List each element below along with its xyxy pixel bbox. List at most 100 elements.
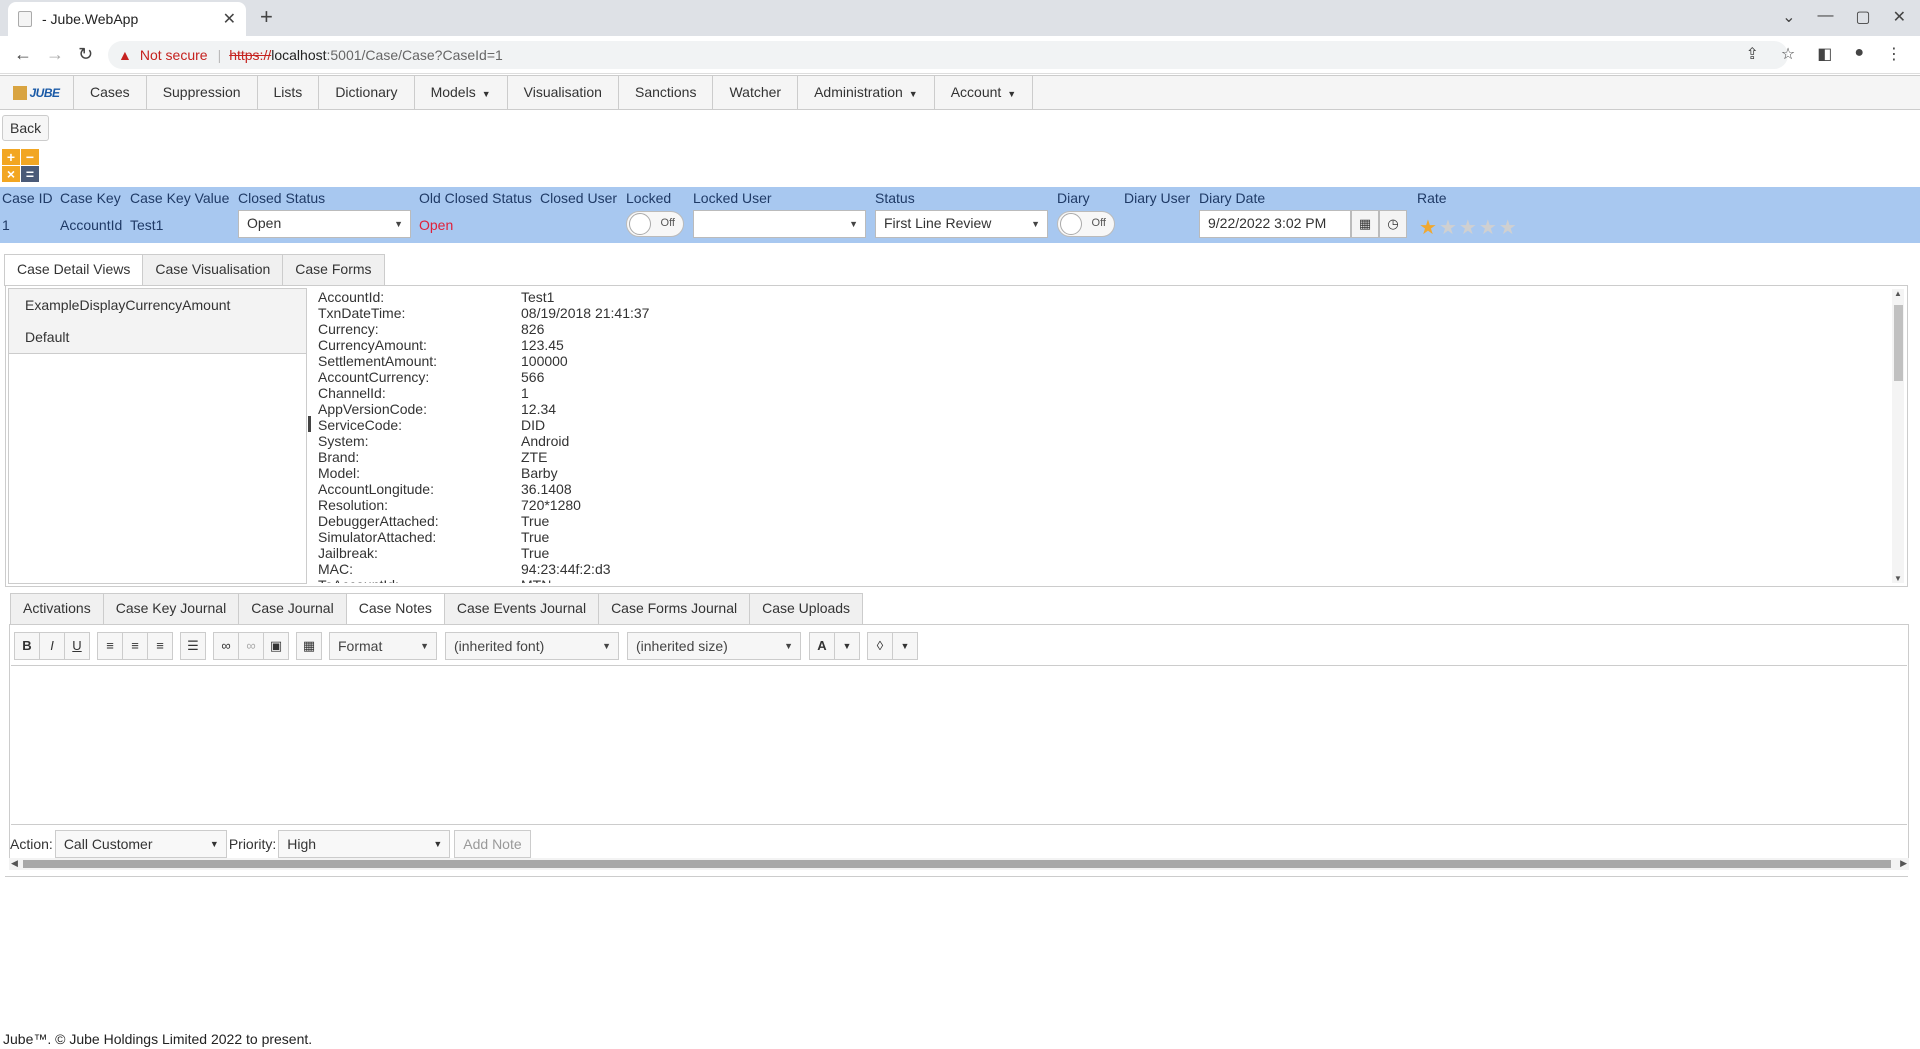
action-select[interactable]: Call Customer ▼ <box>54 830 227 858</box>
splitter-handle[interactable] <box>308 416 311 432</box>
maximize-icon[interactable]: ▢ <box>1855 7 1870 27</box>
url-text[interactable]: https://localhost:5001/Case/Case?CaseId=… <box>229 47 503 63</box>
align-center-icon[interactable]: ≡ <box>122 632 148 660</box>
case-notes-panel: B I U ≡ ≡ ≡ ☰ ∞ ∞ ▣ ▦ Format ▼ (inherited… <box>9 624 1909 870</box>
image-icon[interactable]: ▣ <box>263 632 289 660</box>
rating-stars[interactable]: ★★★★★ <box>1419 215 1519 240</box>
forward-arrow-icon[interactable]: → <box>46 44 64 64</box>
field-value: Barby <box>521 465 558 481</box>
main-menu: JUBE Cases Suppression Lists Dictionary … <box>0 75 1920 110</box>
kebab-menu-icon[interactable]: ⋮ <box>1886 44 1902 64</box>
close-window-icon[interactable]: ✕ <box>1893 7 1906 27</box>
field-key: Resolution: <box>318 497 389 513</box>
url-field[interactable]: ▲ Not secure | https://localhost:5001/Ca… <box>108 41 1788 69</box>
tab-case-forms-journal[interactable]: Case Forms Journal <box>598 593 751 624</box>
star-icon[interactable]: ★ <box>1439 217 1459 239</box>
menu-account[interactable]: Account ▼ <box>935 76 1034 109</box>
field-row: DebuggerAttached: True <box>318 513 1888 529</box>
new-tab-icon[interactable]: + <box>260 6 273 28</box>
tab-case-visualisation[interactable]: Case Visualisation <box>142 254 284 285</box>
calendar-icon[interactable]: ▦ <box>1351 210 1379 238</box>
scroll-left-icon[interactable]: ◀ <box>11 858 18 869</box>
view-item-example-display-currency-amount[interactable]: ExampleDisplayCurrencyAmount <box>9 289 306 321</box>
back-arrow-icon[interactable]: ← <box>14 44 32 64</box>
text-color-icon[interactable]: A <box>809 632 835 660</box>
menu-cases[interactable]: Cases <box>74 76 147 109</box>
tab-case-detail-views[interactable]: Case Detail Views <box>4 254 144 286</box>
tab-case-key-journal[interactable]: Case Key Journal <box>102 593 240 624</box>
link-icon[interactable]: ∞ <box>213 632 239 660</box>
locked-user-select[interactable]: ▼ <box>693 210 866 238</box>
bold-icon[interactable]: B <box>14 632 40 660</box>
format-select[interactable]: Format ▼ <box>329 632 437 660</box>
underline-icon[interactable]: U <box>64 632 90 660</box>
unlink-icon[interactable]: ∞ <box>238 632 264 660</box>
not-secure-label[interactable]: Not secure <box>140 47 208 63</box>
scroll-down-icon[interactable]: ▼ <box>1894 574 1902 583</box>
menu-dictionary[interactable]: Dictionary <box>319 76 415 109</box>
reload-icon[interactable]: ↻ <box>78 44 93 64</box>
background-color-icon[interactable]: ◊ <box>867 632 893 660</box>
jube-logo[interactable]: JUBE <box>0 76 74 109</box>
tab-case-notes[interactable]: Case Notes <box>345 593 445 625</box>
field-key: System: <box>318 433 369 449</box>
menu-suppression[interactable]: Suppression <box>147 76 258 109</box>
align-right-icon[interactable]: ≡ <box>147 632 173 660</box>
status-select[interactable]: First Line Review ▼ <box>875 210 1048 238</box>
side-panel-icon[interactable]: ◧ <box>1817 44 1832 64</box>
tab-case-events-journal[interactable]: Case Events Journal <box>443 593 600 624</box>
priority-select[interactable]: High ▼ <box>278 830 451 858</box>
menu-sanctions[interactable]: Sanctions <box>619 76 714 109</box>
bookmark-star-icon[interactable]: ☆ <box>1781 44 1795 64</box>
locked-toggle[interactable]: Off <box>626 211 684 237</box>
diary-date-input[interactable]: 9/22/2022 3:02 PM <box>1199 210 1351 238</box>
field-row: System: Android <box>318 433 1888 449</box>
view-item-default[interactable]: Default <box>9 321 306 353</box>
browser-tab[interactable]: - Jube.WebApp ✕ <box>8 2 246 36</box>
field-key: Jailbreak: <box>318 545 378 561</box>
dropdown-caret-icon[interactable]: ▼ <box>892 632 918 660</box>
table-icon[interactable]: ▦ <box>296 632 322 660</box>
minimize-icon[interactable]: — <box>1817 7 1833 27</box>
star-icon[interactable]: ★ <box>1499 217 1519 239</box>
horizontal-scrollbar[interactable]: ◀ ▶ <box>9 858 1909 870</box>
font-select[interactable]: (inherited font) ▼ <box>445 632 619 660</box>
menu-administration[interactable]: Administration ▼ <box>798 76 935 109</box>
tab-case-journal[interactable]: Case Journal <box>238 593 347 624</box>
star-icon[interactable]: ★ <box>1479 217 1499 239</box>
warning-icon[interactable]: ▲ <box>118 47 132 63</box>
profile-icon[interactable]: ● <box>1854 44 1864 64</box>
scroll-right-icon[interactable]: ▶ <box>1900 858 1907 869</box>
clock-icon[interactable]: ◷ <box>1379 210 1407 238</box>
add-note-button[interactable]: Add Note <box>454 830 531 858</box>
tab-search-icon[interactable]: ⌄ <box>1782 7 1795 27</box>
star-icon[interactable]: ★ <box>1459 217 1479 239</box>
dropdown-caret-icon[interactable]: ▼ <box>834 632 860 660</box>
calculator-icon[interactable]: + − × = <box>2 149 40 183</box>
tab-case-forms[interactable]: Case Forms <box>282 254 385 285</box>
page-icon <box>18 11 32 27</box>
menu-lists[interactable]: Lists <box>258 76 320 109</box>
tab-activations[interactable]: Activations <box>10 593 104 624</box>
detail-scrollbar[interactable]: ▲ ▼ <box>1892 289 1904 583</box>
star-icon[interactable]: ★ <box>1419 217 1439 239</box>
italic-icon[interactable]: I <box>39 632 65 660</box>
menu-models[interactable]: Models ▼ <box>415 76 508 109</box>
note-editor[interactable] <box>11 665 1907 825</box>
tab-case-uploads[interactable]: Case Uploads <box>749 593 864 624</box>
bullet-list-icon[interactable]: ☰ <box>180 632 206 660</box>
diary-toggle[interactable]: Off <box>1057 211 1115 237</box>
closed-status-select[interactable]: Open ▼ <box>238 210 411 238</box>
font-size-select[interactable]: (inherited size) ▼ <box>627 632 801 660</box>
menu-visualisation[interactable]: Visualisation <box>508 76 619 109</box>
header-closed-user: Closed User <box>540 190 618 206</box>
close-tab-icon[interactable]: ✕ <box>223 9 236 29</box>
field-row: ToAccountId: MTN <box>318 577 1888 583</box>
field-row: TxnDateTime: 08/19/2018 21:41:37 <box>318 305 1888 321</box>
back-button[interactable]: Back <box>2 115 50 141</box>
scroll-up-icon[interactable]: ▲ <box>1894 289 1902 298</box>
share-icon[interactable]: ⇪ <box>1745 44 1758 64</box>
align-left-icon[interactable]: ≡ <box>97 632 123 660</box>
field-row: Model: Barby <box>318 465 1888 481</box>
menu-watcher[interactable]: Watcher <box>713 76 799 109</box>
